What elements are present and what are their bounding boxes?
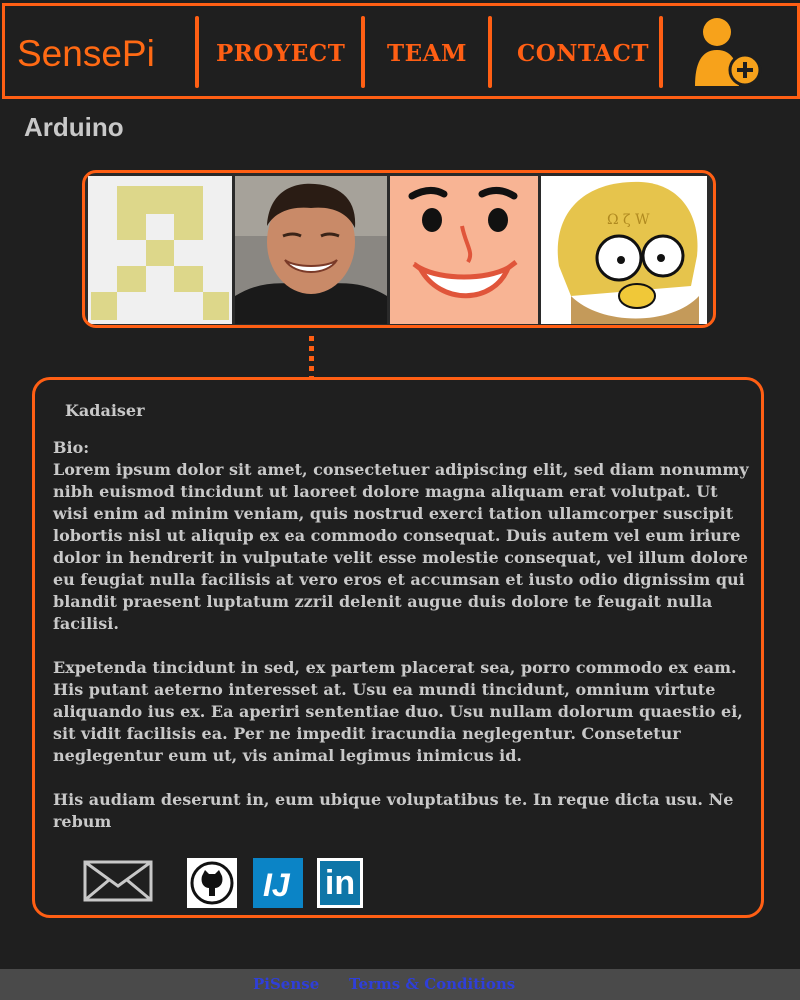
dotted-connector (309, 336, 314, 378)
member-name: Kadaiser (65, 401, 145, 420)
bio-label: Bio: (53, 438, 90, 457)
nav-contact[interactable]: CONTACT (517, 40, 649, 67)
github-icon[interactable] (187, 858, 237, 908)
photo-avatar[interactable] (235, 176, 387, 324)
team-avatar-strip: Ω ζ W (82, 170, 716, 328)
linkedin-icon-label: in (320, 861, 360, 905)
add-user-icon[interactable] (687, 14, 767, 90)
mail-icon[interactable] (83, 858, 153, 904)
svg-text:Ω ζ W: Ω ζ W (607, 212, 650, 228)
cartoon-face-avatar[interactable] (390, 176, 538, 324)
footer-link-pisense[interactable]: PiSense (253, 975, 319, 993)
bio-paragraph: Expetenda tincidunt in sed, ex partem pl… (53, 658, 743, 765)
bio-paragraph: His audiam deserunt in, eum ubique volup… (53, 790, 734, 831)
nav-divider (488, 16, 492, 88)
svg-text:IJ: IJ (263, 867, 291, 903)
nav-proyect[interactable]: PROYECT (216, 40, 345, 67)
nav-divider (195, 16, 199, 88)
top-header: SensePi PROYECT TEAM CONTACT (2, 3, 800, 99)
footer-bar: PiSense Terms & Conditions (0, 969, 800, 1000)
bio-paragraph: Lorem ipsum dolor sit amet, consectetuer… (53, 460, 749, 633)
identicon-avatar[interactable] (88, 176, 232, 324)
member-card: Kadaiser Bio: Lorem ipsum dolor sit amet… (32, 377, 764, 918)
nav-team[interactable]: TEAM (387, 40, 467, 67)
nav-divider (361, 16, 365, 88)
member-bio: Bio: Lorem ipsum dolor sit amet, consect… (53, 437, 757, 855)
footer-link-terms[interactable]: Terms & Conditions (349, 975, 515, 993)
homer-wikipedia-avatar[interactable]: Ω ζ W (541, 176, 707, 324)
page-title: Arduino (24, 112, 124, 142)
linkedin-icon[interactable]: in (317, 858, 363, 908)
intellij-icon[interactable]: IJ (253, 858, 303, 908)
brand-logo[interactable]: SensePi (17, 34, 155, 74)
nav-divider (659, 16, 663, 88)
